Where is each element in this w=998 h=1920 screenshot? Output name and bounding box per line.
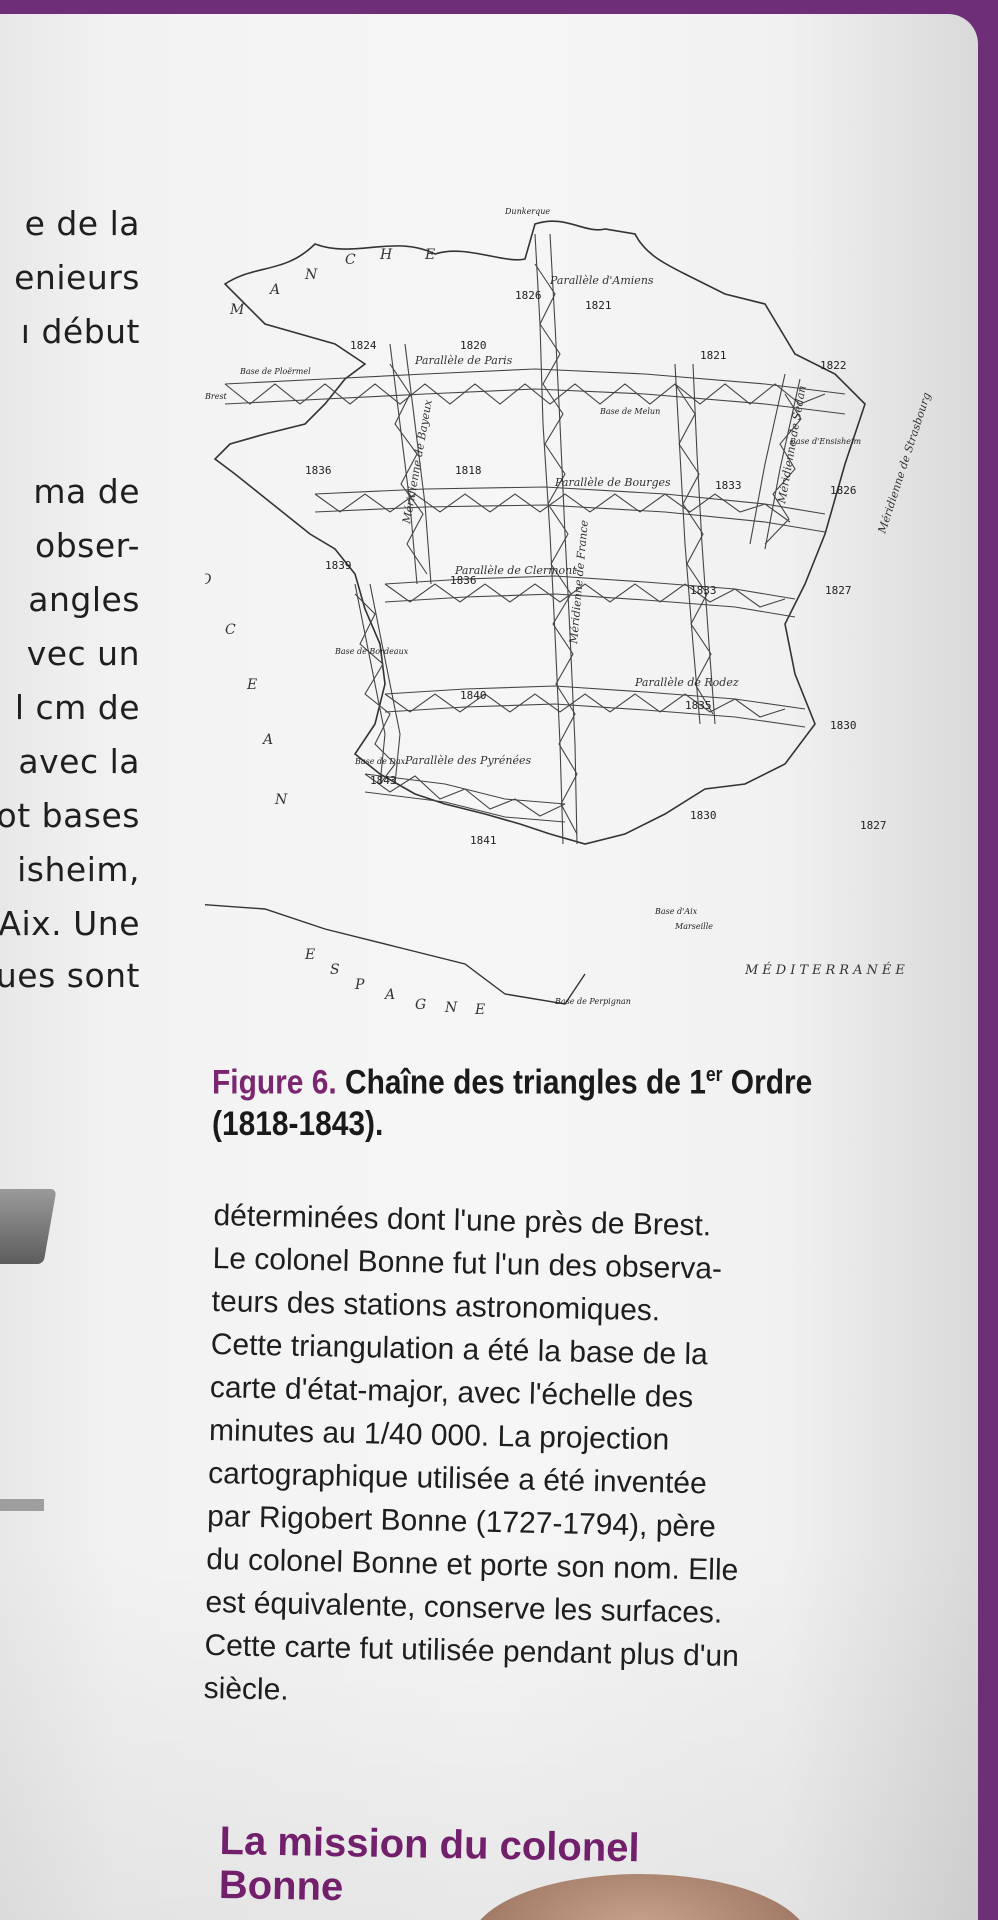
year-label: 1818: [455, 464, 482, 477]
left-line: ues sont: [0, 956, 140, 995]
left-rule: [0, 1499, 44, 1511]
chain-label: Parallèle de Paris: [414, 354, 513, 367]
left-line: obser-: [35, 526, 140, 565]
manche-letter: A: [268, 282, 280, 298]
left-line: ı début: [20, 312, 140, 351]
espagne-letter: E: [304, 947, 315, 963]
book-page: e de la enieurs ı début ma de obser- ang…: [0, 14, 978, 1920]
espagne-letter: S: [330, 962, 340, 978]
year-label: 1830: [830, 719, 857, 732]
year-label: 1843: [370, 774, 397, 787]
figure-title-sup: er: [705, 1064, 723, 1086]
coast-chain: [354, 583, 401, 785]
ocean-letter: E: [246, 677, 257, 693]
chain-label: Méridienne de France: [567, 519, 591, 645]
manche-letter: E: [424, 247, 435, 263]
year-label: 1830: [690, 809, 717, 822]
place-label: Base de Perpignan: [554, 997, 631, 1006]
year-label: 1824: [350, 339, 377, 352]
ocean-letter: C: [225, 622, 236, 638]
year-label: 1840: [460, 689, 487, 702]
chain-label: Parallèle d'Amiens: [549, 274, 654, 287]
place-label: Base d'Aix: [654, 907, 698, 916]
left-line: vec un: [26, 634, 140, 673]
meridian-chains: [389, 233, 802, 845]
parallel-chains: [224, 368, 846, 823]
left-line: angles: [28, 580, 140, 619]
espagne-letter: E: [474, 1002, 485, 1018]
manche-letter: M: [229, 302, 245, 318]
chain-label: Méridienne de Strasbourg: [875, 391, 933, 536]
espagne-letter: P: [354, 977, 365, 993]
left-graphic: [0, 1189, 57, 1264]
left-line: enieurs: [14, 258, 140, 297]
place-label: Base de Bordeaux: [334, 647, 409, 656]
chain-label: Parallèle de Rodez: [634, 676, 739, 689]
year-label: 1827: [860, 819, 887, 832]
left-line: ma de: [33, 472, 140, 511]
figure-title-end: Ordre: [722, 1063, 813, 1102]
left-line: ot bases: [0, 796, 140, 835]
manche-letter: C: [345, 252, 356, 268]
mediterranee-label: MÉDITERRANÉE: [744, 962, 909, 978]
year-label: 1821: [700, 349, 727, 362]
year-label: 1833: [690, 584, 717, 597]
place-label: Base d'Ensisheim: [789, 437, 862, 446]
manche-letter: H: [379, 247, 393, 263]
place-label: Marseille: [674, 922, 713, 931]
figure-caption: Figure 6. Chaîne des triangles de 1er Or…: [212, 1054, 846, 1145]
ocean-letter: O: [205, 572, 212, 588]
chain-label: Parallèle des Pyrénées: [404, 754, 532, 767]
body-paragraph: déterminées dont l'une près de Brest. Le…: [203, 1194, 894, 1724]
figure-number: Figure 6.: [212, 1063, 337, 1102]
figure-title: Chaîne des triangles de 1: [345, 1063, 706, 1102]
year-label: 1836: [305, 464, 332, 477]
place-label: Base de Dax: [354, 757, 406, 766]
year-label: 1826: [830, 484, 857, 497]
year-label: 1841: [470, 834, 497, 847]
ocean-letter: N: [274, 792, 288, 808]
left-line: l cm de: [14, 688, 140, 727]
manche-letter: N: [304, 267, 318, 283]
espagne-letter: A: [383, 987, 395, 1003]
left-line: avec la: [18, 742, 140, 781]
espagne-letter: G: [415, 997, 426, 1013]
left-line: Aix. Une: [0, 904, 140, 943]
year-label: 1822: [820, 359, 847, 372]
year-label: 1821: [585, 299, 612, 312]
year-label: 1839: [325, 559, 352, 572]
place-label: Base de Melun: [599, 407, 660, 416]
year-label: 1836: [450, 574, 477, 587]
year-label: 1833: [715, 479, 742, 492]
ocean-letter: A: [261, 732, 273, 748]
figure-title-line2: (1818-1843).: [212, 1105, 384, 1144]
place-label: Dunkerque: [504, 207, 550, 216]
left-line: isheim,: [17, 850, 140, 889]
place-label: Brest: [205, 392, 228, 401]
year-label: 1835: [685, 699, 712, 712]
chain-label: Parallèle de Bourges: [554, 476, 671, 489]
triangulation-map: M A N C H E O C E A N E S P A G N E MÉDI…: [205, 207, 933, 1018]
year-label: 1826: [515, 289, 542, 302]
espagne-letter: N: [444, 1000, 458, 1016]
year-label: 1820: [460, 339, 487, 352]
place-label: Base de Ploërmel: [239, 367, 311, 376]
year-label: 1827: [825, 584, 852, 597]
left-line: e de la: [24, 204, 140, 243]
